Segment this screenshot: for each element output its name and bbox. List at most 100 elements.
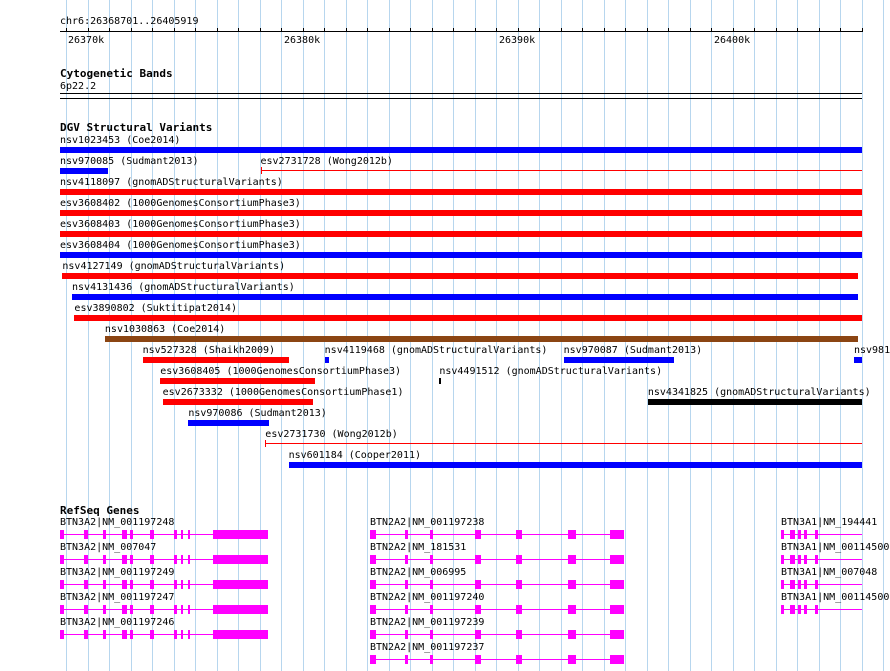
gene-exon[interactable] <box>610 655 624 664</box>
gene-label[interactable]: BTN2A2|NM_001197237 <box>370 642 484 653</box>
variant-label[interactable]: nsv4127149 (gnomADStructuralVariants) <box>62 261 285 272</box>
gene-exon[interactable] <box>122 555 127 564</box>
gene-exon[interactable] <box>568 605 576 614</box>
gene-exon[interactable] <box>804 605 807 614</box>
variant-label[interactable]: esv3890802 (Suktitipat2014) <box>74 303 237 314</box>
variant-bar[interactable] <box>563 357 674 363</box>
variant-bar[interactable] <box>60 168 109 174</box>
gene-label[interactable]: BTN2A2|NM_001197239 <box>370 617 484 628</box>
gene-exon[interactable] <box>610 530 624 539</box>
gene-exon[interactable] <box>130 605 133 614</box>
gene-exon[interactable] <box>815 580 818 589</box>
gene-exon[interactable] <box>188 530 190 539</box>
variant-label[interactable]: nsv4118097 (gnomADStructuralVariants) <box>60 177 283 188</box>
gene-exon[interactable] <box>405 530 408 539</box>
gene-exon[interactable] <box>130 555 133 564</box>
variant-label[interactable]: nsv970086 (Sudmant2013) <box>188 408 326 419</box>
gene-exon[interactable] <box>150 630 154 639</box>
gene-exon[interactable] <box>790 530 795 539</box>
gene-exon[interactable] <box>790 580 795 589</box>
gene-exon[interactable] <box>516 630 522 639</box>
gene-exon[interactable] <box>475 555 481 564</box>
variant-bar[interactable] <box>188 420 269 426</box>
variant-bar[interactable] <box>288 462 862 468</box>
gene-exon[interactable] <box>60 580 64 589</box>
gene-exon[interactable] <box>103 580 106 589</box>
variant-label[interactable]: esv3608403 (1000GenomesConsortiumPhase3) <box>60 219 301 230</box>
gene-exon[interactable] <box>122 530 127 539</box>
variant-label[interactable]: nsv1030863 (Coe2014) <box>105 324 225 335</box>
variant-bar[interactable] <box>62 273 858 279</box>
gene-exon[interactable] <box>174 530 177 539</box>
gene-exon[interactable] <box>84 555 88 564</box>
gene-exon[interactable] <box>405 655 408 664</box>
gene-exon[interactable] <box>610 555 624 564</box>
gene-exon[interactable] <box>370 630 376 639</box>
gene-label[interactable]: BTN3A2|NM_007047 <box>60 542 156 553</box>
gene-label[interactable]: BTN2A2|NM_001197238 <box>370 517 484 528</box>
gene-exon[interactable] <box>430 530 433 539</box>
gene-exon[interactable] <box>405 555 408 564</box>
variant-label[interactable]: nsv4119468 (gnomADStructuralVariants) <box>325 345 548 356</box>
gene-exon[interactable] <box>60 630 64 639</box>
gene-exon[interactable] <box>405 580 408 589</box>
variant-label[interactable]: nsv527328 (Shaikh2009) <box>143 345 275 356</box>
gene-exon[interactable] <box>610 630 624 639</box>
gene-exon[interactable] <box>181 555 183 564</box>
gene-label[interactable]: BTN3A1|NM_001145008 <box>781 592 890 603</box>
variant-bar[interactable] <box>324 357 329 363</box>
variant-label[interactable]: esv2673332 (1000GenomesConsortiumPhase1) <box>163 387 404 398</box>
gene-exon[interactable] <box>475 655 481 664</box>
gene-label[interactable]: BTN3A2|NM_001197249 <box>60 567 174 578</box>
gene-exon[interactable] <box>790 555 795 564</box>
gene-exon[interactable] <box>516 605 522 614</box>
gene-exon[interactable] <box>798 555 801 564</box>
gene-exon[interactable] <box>150 555 154 564</box>
gene-exon[interactable] <box>798 530 801 539</box>
gene-exon[interactable] <box>568 530 576 539</box>
gene-exon[interactable] <box>181 605 183 614</box>
gene-exon[interactable] <box>430 580 433 589</box>
gene-exon[interactable] <box>405 630 408 639</box>
gene-exon[interactable] <box>213 580 268 589</box>
variant-label[interactable]: nsv4491512 (gnomADStructuralVariants) <box>439 366 662 377</box>
variant-bar[interactable] <box>439 378 442 384</box>
variant-bar[interactable] <box>647 399 862 405</box>
gene-exon[interactable] <box>475 580 481 589</box>
gene-exon[interactable] <box>568 630 576 639</box>
gene-exon[interactable] <box>60 530 64 539</box>
gene-label[interactable]: BTN3A1|NM_001145009 <box>781 542 890 553</box>
variant-bar[interactable] <box>60 147 862 153</box>
gene-exon[interactable] <box>370 605 376 614</box>
variant-label[interactable]: nsv1023453 (Coe2014) <box>60 135 180 146</box>
gene-exon[interactable] <box>610 580 624 589</box>
gene-exon[interactable] <box>150 605 154 614</box>
gene-label[interactable]: BTN3A2|NM_001197247 <box>60 592 174 603</box>
gene-exon[interactable] <box>103 630 106 639</box>
gene-exon[interactable] <box>181 580 183 589</box>
gene-exon[interactable] <box>84 530 88 539</box>
gene-exon[interactable] <box>516 530 522 539</box>
gene-exon[interactable] <box>405 605 408 614</box>
variant-label[interactable]: esv2731728 (Wong2012b) <box>261 156 393 167</box>
gene-exon[interactable] <box>430 630 433 639</box>
gene-exon[interactable] <box>188 580 190 589</box>
gene-exon[interactable] <box>475 530 481 539</box>
gene-exon[interactable] <box>130 630 133 639</box>
gene-exon[interactable] <box>798 580 801 589</box>
gene-exon[interactable] <box>781 605 784 614</box>
gene-label[interactable]: BTN2A2|NM_001197240 <box>370 592 484 603</box>
variant-bar[interactable] <box>160 378 316 384</box>
variant-label[interactable]: esv3608402 (1000GenomesConsortiumPhase3) <box>60 198 301 209</box>
gene-exon[interactable] <box>213 605 268 614</box>
gene-exon[interactable] <box>181 530 183 539</box>
gene-exon[interactable] <box>181 630 183 639</box>
variant-label[interactable]: nsv4341825 (gnomADStructuralVariants) <box>648 387 871 398</box>
variant-label[interactable]: nsv970085 (Sudmant2013) <box>60 156 198 167</box>
gene-exon[interactable] <box>213 555 268 564</box>
gene-exon[interactable] <box>516 655 522 664</box>
gene-exon[interactable] <box>430 605 433 614</box>
gene-exon[interactable] <box>174 580 177 589</box>
gene-label[interactable]: BTN3A1|NM_194441 <box>781 517 877 528</box>
gene-exon[interactable] <box>430 555 433 564</box>
